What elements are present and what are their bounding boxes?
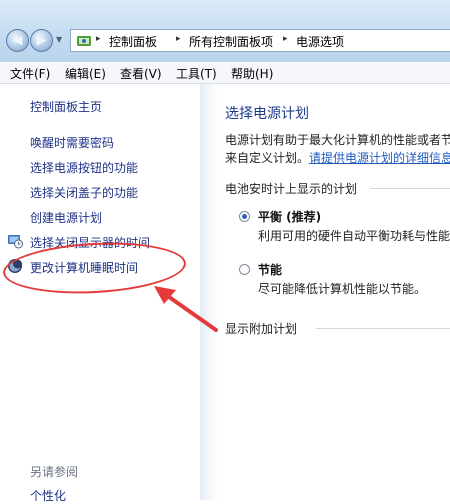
section-divider <box>370 188 450 189</box>
plan-power-saver-name[interactable]: 节能 <box>258 261 282 278</box>
see-also-personalize[interactable]: 个性化 <box>30 487 66 504</box>
menu-bar: 文件(F) 编辑(E) 查看(V) 工具(T) 帮助(H) <box>0 62 450 84</box>
red-arrow-annotation <box>154 286 218 332</box>
task-lid-close[interactable]: 选择关闭盖子的功能 <box>30 184 138 201</box>
recent-pages-dropdown-icon[interactable]: ▼ <box>56 35 62 44</box>
breadcrumb-all-items[interactable]: 所有控制面板项 <box>189 33 273 50</box>
breadcrumb-control-panel[interactable]: 控制面板 <box>109 33 157 50</box>
menu-edit[interactable]: 编辑(E) <box>65 65 106 82</box>
description-prefix: 来自定义计划。 <box>225 151 310 165</box>
menu-tools[interactable]: 工具(T) <box>176 65 217 82</box>
page-description: 电源计划有助于最大化计算机的性能或者节 <box>225 133 450 147</box>
forward-button[interactable]: ▶ <box>30 29 53 52</box>
section-divider <box>316 328 450 329</box>
back-arrow-icon: ◀ <box>12 33 23 48</box>
breadcrumb-separator[interactable]: ▸ <box>96 34 101 44</box>
page-description-line2: 来自定义计划。请提供电源计划的详细信息 <box>225 149 450 166</box>
page-title: 选择电源计划 <box>225 106 309 122</box>
plan-balanced-desc: 利用可用的硬件自动平衡功耗与性能 <box>258 229 450 243</box>
plan-balanced-radio[interactable] <box>239 211 250 222</box>
control-panel-icon <box>77 36 91 46</box>
breadcrumb-power-options[interactable]: 电源选项 <box>296 33 344 50</box>
battery-plans-section: 电池安时计上显示的计划 <box>225 182 358 196</box>
breadcrumb-separator[interactable]: ▸ <box>283 34 288 44</box>
breadcrumb[interactable]: ▸ 控制面板 ▸ 所有控制面板项 ▸ 电源选项 <box>70 29 450 52</box>
address-bar: ◀ ▶ ▼ ▸ 控制面板 ▸ 所有控制面板项 ▸ 电源选项 <box>0 0 450 62</box>
task-wake-password[interactable]: 唤醒时需要密码 <box>30 134 114 151</box>
plan-balanced-name[interactable]: 平衡 (推荐) <box>258 208 321 225</box>
show-additional-plans[interactable]: 显示附加计划 <box>225 320 297 337</box>
menu-view[interactable]: 查看(V) <box>120 65 162 82</box>
power-plan-details-link[interactable]: 请提供电源计划的详细信息 <box>309 151 450 165</box>
plan-power-saver-desc: 尽可能降低计算机性能以节能。 <box>258 282 427 296</box>
forward-arrow-icon: ▶ <box>36 33 47 48</box>
see-also-heading: 另请参阅 <box>30 465 79 479</box>
menu-file[interactable]: 文件(F) <box>10 65 50 82</box>
plan-power-saver-radio[interactable] <box>239 264 250 275</box>
control-panel-home-link[interactable]: 控制面板主页 <box>30 98 102 115</box>
back-button[interactable]: ◀ <box>6 29 29 52</box>
breadcrumb-separator[interactable]: ▸ <box>176 34 181 44</box>
task-create-plan[interactable]: 创建电源计划 <box>30 209 102 226</box>
main-content: 选择电源计划 电源计划有助于最大化计算机的性能或者节 来自定义计划。请提供电源计… <box>201 84 450 500</box>
task-power-button[interactable]: 选择电源按钮的功能 <box>30 159 138 176</box>
menu-help[interactable]: 帮助(H) <box>231 65 273 82</box>
display-timer-icon <box>8 235 23 249</box>
